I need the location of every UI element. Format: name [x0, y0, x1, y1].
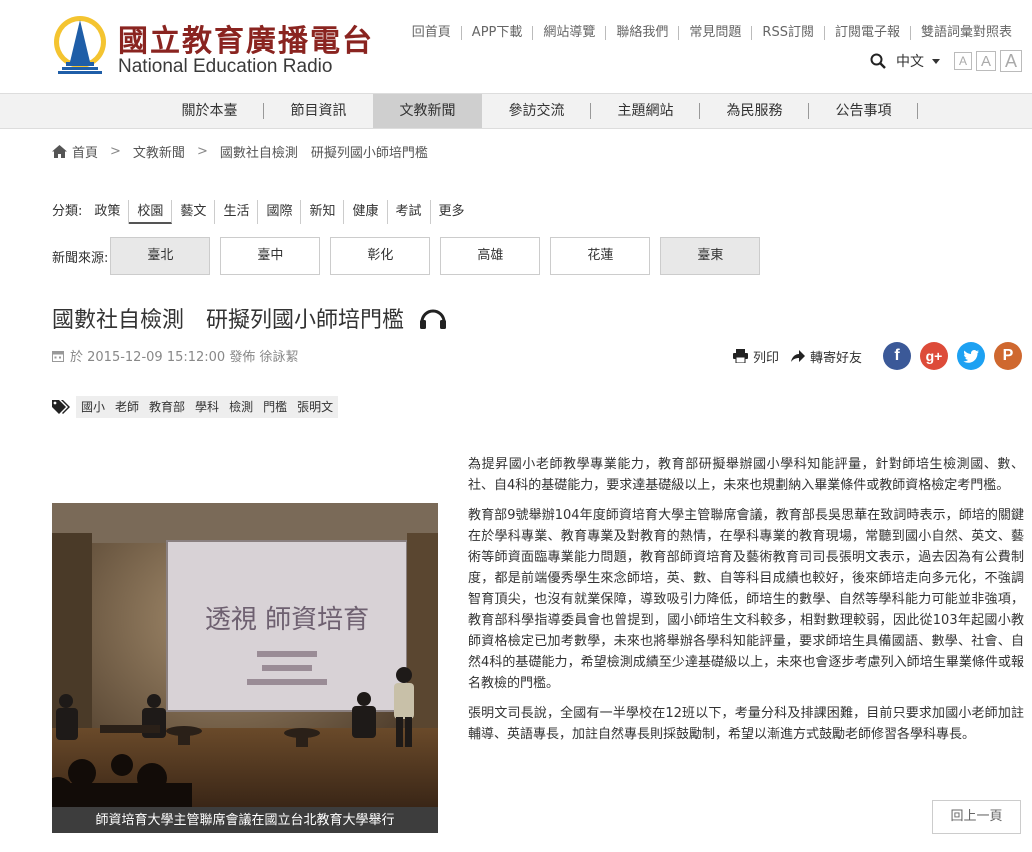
breadcrumb: 首頁 > 文教新聞 > 國數社自檢測 研擬列國小師培門檻 [52, 142, 428, 161]
nav-item-topics[interactable]: 主題網站 [591, 94, 700, 128]
category-filter: 分類: 政策 校園 藝文 生活 國際 新知 健康 考試 更多 [52, 200, 473, 224]
conference-photo-image: 透視 師資培育 [52, 503, 438, 833]
language-select[interactable]: 中文 [896, 51, 940, 71]
language-tools: 中文 A A A [870, 50, 1022, 72]
tag-item[interactable]: 張明文 [292, 396, 339, 418]
nav-item-news[interactable]: 文教新聞 [373, 94, 482, 128]
twitter-share-icon[interactable] [957, 342, 985, 370]
nav-item-programs[interactable]: 節目資訊 [264, 94, 373, 128]
tag-item[interactable]: 學科 [190, 396, 225, 418]
link-rss[interactable]: RSS訂閱 [751, 26, 824, 40]
tag-item[interactable]: 門檻 [258, 396, 293, 418]
nav-item-visits[interactable]: 參訪交流 [482, 94, 591, 128]
source-changhua-button[interactable]: 彰化 [330, 237, 431, 275]
category-policy[interactable]: 政策 [86, 200, 130, 224]
logo-chinese-name: 國立教育廣播電台 [118, 24, 374, 59]
article-title-row: 國數社自檢測 研擬列國小師培門檻 [52, 302, 448, 334]
article-body: 為提昇國小老師教學專業能力，教育部研擬舉辦國小學科知能評量，針對師培生檢測國、數… [468, 454, 1024, 754]
category-campus[interactable]: 校園 [129, 200, 173, 224]
tag-item[interactable]: 老師 [110, 396, 145, 418]
forward-arrow-icon [790, 350, 805, 362]
breadcrumb-home[interactable]: 首頁 [72, 142, 98, 161]
category-arts[interactable]: 藝文 [172, 200, 216, 224]
facebook-share-icon[interactable]: f [883, 342, 911, 370]
breadcrumb-news[interactable]: 文教新聞 [133, 142, 185, 161]
source-kaohsiung-button[interactable]: 高雄 [440, 237, 541, 275]
tag-list: 國小 老師 教育部 學科 檢測 門檻 張明文 [52, 396, 339, 418]
nav-item-services[interactable]: 為民服務 [700, 94, 809, 128]
link-contact[interactable]: 聯絡我們 [605, 26, 678, 40]
nav-item-announcements[interactable]: 公告事項 [809, 94, 918, 128]
link-glossary[interactable]: 雙語詞彙對照表 [909, 26, 1022, 40]
plurk-share-icon[interactable]: P [994, 342, 1022, 370]
calendar-icon [52, 350, 64, 362]
logo-emblem-icon [54, 16, 106, 74]
photo-screen-text: 透視 師資培育 [205, 605, 369, 635]
back-button[interactable]: 回上一頁 [932, 800, 1021, 834]
article-title: 國數社自檢測 研擬列國小師培門檻 [52, 308, 405, 333]
photo-caption: 師資培育大學主管聯席會議在國立台北教育大學舉行 [52, 807, 438, 833]
article-paragraph: 教育部9號舉辦104年度師資培育大學主管聯席會議，教育部長吳思華在致詞時表示，師… [468, 508, 1024, 691]
breadcrumb-separator: > [196, 144, 208, 159]
article-paragraph: 張明文司長說，全國有一半學校在12班以下，考量分科及排課困難，目前只要求加國小老… [468, 706, 1024, 742]
article-meta: 於 2015-12-09 15:12:00 發佈 徐詠絜 [52, 346, 298, 365]
category-international[interactable]: 國際 [258, 200, 302, 224]
font-size-medium-button[interactable]: A [976, 51, 996, 71]
tag-item[interactable]: 教育部 [144, 396, 191, 418]
article-photo[interactable]: 透視 師資培育 師資培育大學主管聯席會議在國立台北教育大學舉行 [52, 503, 438, 833]
logo-english-name: National Education Radio [118, 56, 333, 77]
source-label: 新聞來源: [52, 250, 109, 266]
link-app-download[interactable]: APP下載 [460, 26, 533, 40]
source-taichung-button[interactable]: 臺中 [220, 237, 321, 275]
link-faq[interactable]: 常見問題 [678, 26, 751, 40]
category-knowledge[interactable]: 新知 [301, 200, 345, 224]
breadcrumb-current: 國數社自檢測 研擬列國小師培門檻 [219, 146, 428, 161]
print-button[interactable]: 列印 [732, 347, 779, 366]
printer-icon [732, 349, 748, 363]
font-size-small-button[interactable]: A [954, 52, 972, 70]
source-taipei-button[interactable]: 臺北 [110, 237, 211, 275]
googleplus-share-icon[interactable]: g+ [920, 342, 948, 370]
link-sitemap[interactable]: 網站導覽 [532, 26, 605, 40]
tags-icon [52, 400, 70, 414]
print-label: 列印 [752, 350, 779, 366]
site-header: 國立教育廣播電台 National Education Radio 回首頁 AP… [0, 0, 1032, 92]
breadcrumb-separator: > [110, 144, 121, 159]
forward-button[interactable]: 轉寄好友 [790, 347, 862, 366]
tag-item[interactable]: 國小 [76, 396, 111, 418]
tag-item[interactable]: 檢測 [224, 396, 259, 418]
twitter-bird-glyph [963, 349, 979, 363]
utility-links: 回首頁 APP下載 網站導覽 聯絡我們 常見問題 RSS訂閱 訂閱電子報 雙語詞… [402, 26, 1022, 40]
source-hualien-button[interactable]: 花蓮 [550, 237, 651, 275]
category-exams[interactable]: 考試 [388, 200, 431, 224]
font-size-large-button[interactable]: A [1000, 50, 1022, 72]
category-life[interactable]: 生活 [215, 200, 259, 224]
link-home[interactable]: 回首頁 [402, 26, 461, 40]
language-value: 中文 [896, 54, 924, 70]
category-more[interactable]: 更多 [431, 200, 473, 224]
article-meta-text: 於 2015-12-09 15:12:00 發佈 徐詠絜 [70, 350, 299, 365]
home-icon [52, 145, 67, 158]
source-taitung-button[interactable]: 臺東 [660, 237, 761, 275]
category-label: 分類: [52, 204, 83, 219]
site-logo[interactable]: 國立教育廣播電台 National Education Radio [52, 12, 372, 82]
link-newsletter[interactable]: 訂閱電子報 [823, 26, 910, 40]
article-paragraph: 為提昇國小老師教學專業能力，教育部研擬舉辦國小學科知能評量，針對師培生檢測國、數… [468, 457, 1024, 493]
chevron-down-icon [932, 58, 940, 64]
main-navigation: 關於本臺 節目資訊 文教新聞 參訪交流 主題網站 為民服務 公告事項 [0, 93, 1032, 129]
news-source-filter: 新聞來源: 臺北 臺中 彰化 高雄 花蓮 臺東 [52, 237, 761, 275]
share-bar: 列印 轉寄好友 f g+ P [732, 342, 1022, 370]
search-icon[interactable] [870, 53, 886, 69]
forward-label: 轉寄好友 [809, 350, 862, 366]
nav-item-about[interactable]: 關於本臺 [155, 94, 264, 128]
headphones-icon[interactable] [418, 306, 448, 330]
category-health[interactable]: 健康 [344, 200, 388, 224]
